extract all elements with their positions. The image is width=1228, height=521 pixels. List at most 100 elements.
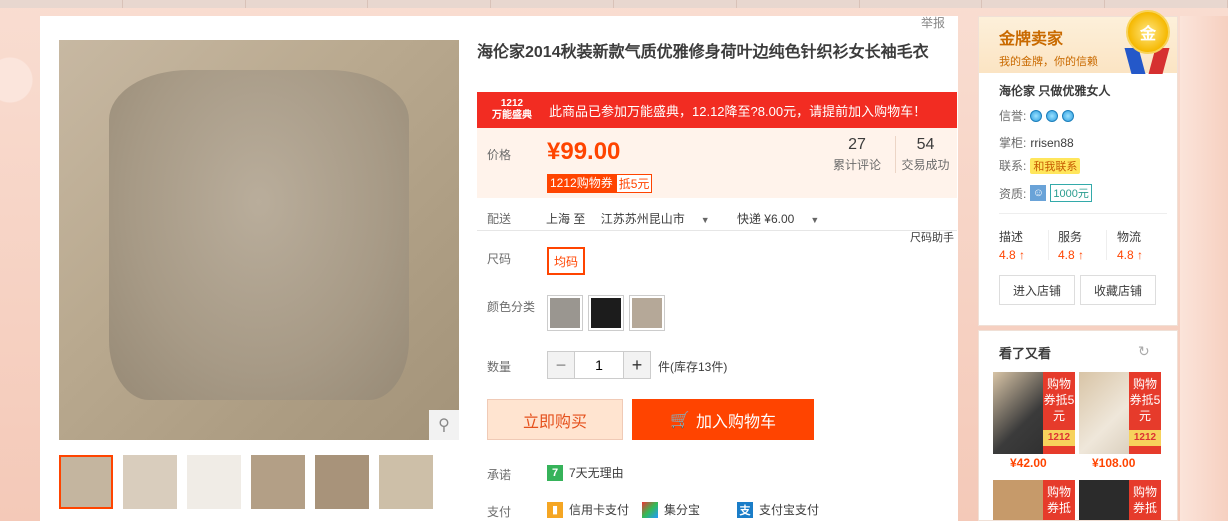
plus-button[interactable]: + <box>623 351 651 379</box>
cart-icon: 🛒 <box>670 411 690 429</box>
thumbnail-3[interactable] <box>187 455 241 509</box>
size-helper-link[interactable]: 尺码助手 <box>910 229 954 245</box>
rating-divider <box>1048 230 1049 260</box>
owner-label: 掌柜: <box>999 136 1027 150</box>
reviews-label: 累计评论 <box>832 158 881 172</box>
swatch-image <box>632 298 662 328</box>
price-box: 价格 ¥99.00 1212购物券 抵5元 27 累计评论 54 交易成功 <box>477 128 957 198</box>
buy-now-button[interactable]: 立即购买 <box>487 399 623 440</box>
add-to-cart-button[interactable]: 🛒 加入购物车 <box>632 399 814 440</box>
quantity-stepper: − + <box>547 351 651 379</box>
size-option[interactable]: 均码 <box>547 247 585 275</box>
contact-label: 联系: <box>999 159 1027 173</box>
pay-method-3: 支付宝支付 <box>759 503 820 517</box>
price-value: ¥99.00 <box>547 138 621 165</box>
color-label: 颜色分类 <box>487 300 536 314</box>
qualification-label: 资质: <box>999 186 1027 201</box>
divider <box>999 213 1167 214</box>
coupon-tag: 1212购物券 <box>547 174 616 193</box>
gold-medal-icon: 金 <box>1126 10 1170 54</box>
pay-alipay[interactable]: 支 支付宝支付 <box>737 501 819 518</box>
rating-score: 4.8 ↑ <box>1117 248 1144 262</box>
thumbnail-1[interactable] <box>59 455 113 509</box>
stock-text: 件(库存13件) <box>658 360 728 374</box>
minus-button[interactable]: − <box>547 351 575 379</box>
ship-from: 上海 至 <box>546 212 586 226</box>
coupon-badge: 1212购物券 抵5元 <box>547 174 653 193</box>
size-label: 尺码 <box>487 252 512 266</box>
sales-stat[interactable]: 54 交易成功 <box>895 136 955 173</box>
recommend-item-3[interactable]: 购物券抵 <box>993 480 1075 520</box>
recommend-item-4[interactable]: 购物券抵 <box>1079 480 1161 520</box>
price-label: 价格 <box>487 148 512 162</box>
rating-divider <box>1106 230 1107 260</box>
pay-credit-card[interactable]: ▮ 信用卡支付 <box>547 501 629 518</box>
owner-name[interactable]: rrisen88 <box>1030 136 1073 150</box>
pay-jifenbao[interactable]: 集分宝 <box>642 501 700 518</box>
item-price: ¥108.00 <box>1092 456 1136 470</box>
pay-method-2: 集分宝 <box>664 503 701 517</box>
thumbnail-4[interactable] <box>251 455 305 509</box>
recommend-item-2[interactable]: 购物券抵5元 1212 <box>1079 372 1161 454</box>
coupon-value: 抵5元 <box>615 174 653 193</box>
promise-item[interactable]: 7 7天无理由 <box>547 464 624 481</box>
enter-shop-button[interactable]: 进入店铺 <box>999 275 1075 305</box>
reviews-count: 27 <box>848 136 866 153</box>
thumbnail-2[interactable] <box>123 455 177 509</box>
promo-badge-bottom: 万能盛典 <box>492 110 532 121</box>
chevron-down-icon: ▼ <box>810 215 820 225</box>
id-card-icon[interactable]: ☺ <box>1030 185 1047 201</box>
quantity-label: 数量 <box>487 360 512 374</box>
contact-button[interactable]: 和我联系 <box>1030 157 1081 174</box>
diamond-icon <box>1046 109 1059 122</box>
recommend-item-1[interactable]: 购物券抵5元 1212 <box>993 372 1075 454</box>
item-price: ¥42.00 <box>1010 456 1047 470</box>
credit-label: 信誉: <box>999 109 1027 123</box>
sales-count: 54 <box>916 136 935 153</box>
sweater-photo <box>109 70 409 400</box>
pay-method-1: 信用卡支付 <box>569 503 630 517</box>
top-nav-strip <box>0 0 1228 8</box>
owner-row: 掌柜: rrisen88 <box>999 134 1074 151</box>
rating-label: 服务 <box>1058 230 1083 244</box>
shop-name[interactable]: 海伦家 只做优雅女人 <box>999 82 1110 99</box>
refresh-icon[interactable]: ↻ <box>1138 343 1150 360</box>
quantity-input[interactable] <box>575 351 623 379</box>
credit-card-icon: ▮ <box>547 501 563 518</box>
shipping-values: 上海 至 江苏苏州昆山市 ▼ 快递 ¥6.00 ▼ <box>546 210 843 227</box>
contact-row: 联系: 和我联系 <box>999 157 1081 174</box>
main-product-image[interactable]: ⚲ <box>59 40 459 440</box>
report-link[interactable]: 举报 <box>921 14 945 31</box>
jifenbao-icon <box>642 501 658 518</box>
product-title: 海伦家2014秋装新款气质优雅修身荷叶边纯色针织衫女长袖毛衣 <box>477 44 929 61</box>
color-swatch-2[interactable] <box>588 295 624 331</box>
rating-score: 4.8 ↑ <box>999 248 1026 262</box>
promo-badge: 1212 万能盛典 <box>477 92 547 128</box>
also-viewed-title: 看了又看 <box>999 346 1052 361</box>
credit-row: 信誉: <box>999 107 1075 124</box>
deposit-tag[interactable]: 1000元 <box>1050 184 1092 202</box>
zoom-icon[interactable]: ⚲ <box>429 410 459 440</box>
rating-service: 服务 4.8 ↑ <box>1058 228 1084 262</box>
thumbnail-6[interactable] <box>379 455 433 509</box>
item-badge: 1212 <box>1043 430 1075 446</box>
thumbnail-5[interactable] <box>315 455 369 509</box>
rating-label: 描述 <box>999 230 1024 244</box>
rating-label: 物流 <box>1117 230 1142 244</box>
ship-to-select[interactable]: 江苏苏州昆山市 ▼ <box>601 212 722 226</box>
promise-label: 承诺 <box>487 468 512 482</box>
promo-banner: 1212 万能盛典 此商品已参加万能盛典，12.12降至?8.00元，请提前加入… <box>477 92 957 128</box>
reviews-stat[interactable]: 27 累计评论 <box>829 136 885 173</box>
favorite-shop-button[interactable]: 收藏店铺 <box>1080 275 1156 305</box>
diamond-icon <box>1030 109 1043 122</box>
seven-day-icon: 7 <box>547 464 563 481</box>
item-badge: 1212 <box>1129 430 1161 446</box>
color-swatch-3[interactable] <box>629 295 665 331</box>
ship-method-select[interactable]: 快递 ¥6.00 ▼ <box>737 212 831 226</box>
item-tag: 购物券抵 <box>1043 480 1075 520</box>
swatch-image <box>550 298 580 328</box>
promise-text: 7天无理由 <box>569 466 624 480</box>
chevron-down-icon: ▼ <box>700 215 710 225</box>
qualification-row: 资质: ☺ 1000元 <box>999 184 1092 202</box>
color-swatch-1[interactable] <box>547 295 583 331</box>
